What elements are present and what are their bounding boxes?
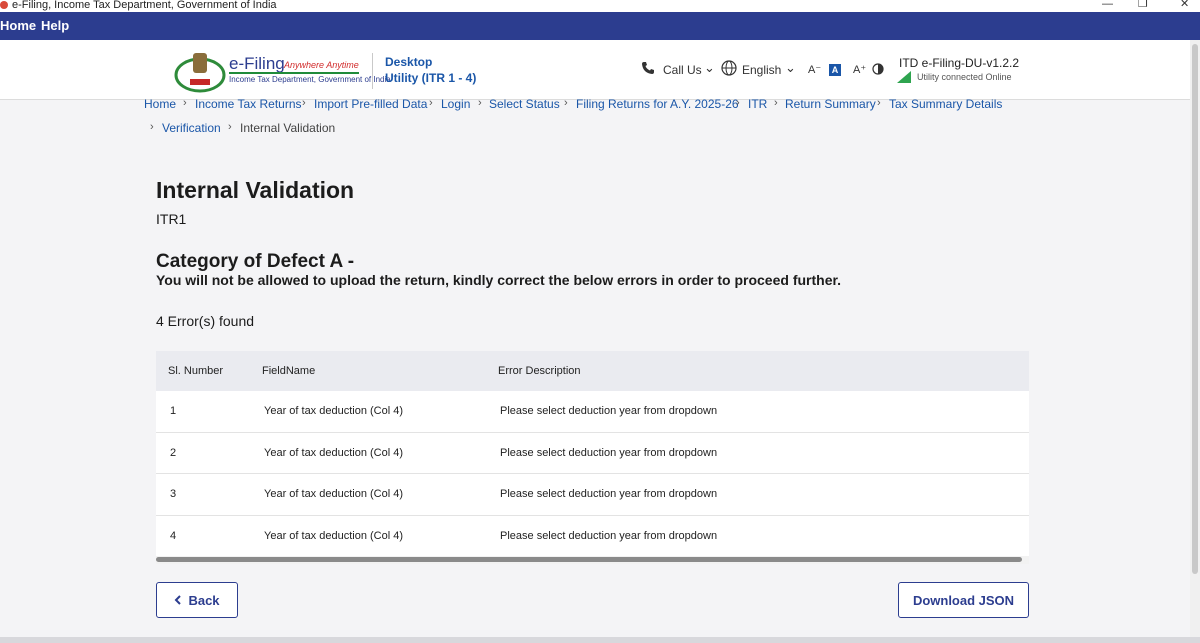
language-select[interactable]: English: [742, 63, 781, 77]
chevron-right-icon: ›: [150, 121, 154, 133]
page-title: Internal Validation: [156, 177, 355, 203]
breadcrumb-home[interactable]: Home: [144, 97, 176, 111]
signal-icon: [897, 71, 911, 83]
row-fieldname: Year of tax deduction (Col 4): [264, 446, 404, 459]
connection-status: Utility connected Online: [917, 72, 1012, 82]
breadcrumb-verification[interactable]: Verification: [162, 121, 221, 135]
chevron-right-icon: ›: [774, 97, 778, 109]
breadcrumb-filing-returns[interactable]: Filing Returns for A.Y. 2025-26: [576, 97, 739, 111]
call-us-menu[interactable]: Call Us: [663, 63, 702, 77]
chevron-down-icon[interactable]: ⌄: [704, 60, 715, 76]
emblem-icon: [174, 53, 226, 93]
header-error-description: Error Description: [498, 365, 581, 377]
breadcrumb-income-tax-returns[interactable]: Income Tax Returns: [195, 97, 302, 111]
breadcrumb-import-prefilled[interactable]: Import Pre-filled Data: [314, 97, 427, 111]
chevron-right-icon: ›: [736, 97, 740, 109]
window-titlebar: e-Filing, Income Tax Department, Governm…: [0, 0, 1200, 12]
breadcrumb-return-summary[interactable]: Return Summary: [785, 97, 876, 111]
breadcrumb-itr[interactable]: ITR: [748, 97, 767, 111]
version-label: ITD e-Filing-DU-v1.2.2: [899, 56, 1020, 70]
chevron-right-icon: ›: [877, 97, 881, 109]
row-number: 4: [170, 529, 177, 542]
chevron-right-icon: ›: [228, 121, 232, 133]
scrollbar-thumb[interactable]: [1192, 44, 1198, 574]
row-error-description: Please select deduction year from dropdo…: [500, 446, 718, 459]
breadcrumb-current: Internal Validation: [240, 121, 336, 135]
row-number: 1: [170, 405, 177, 418]
utility-name: Desktop Utility (ITR 1 - 4): [385, 54, 476, 86]
chevron-down-icon[interactable]: ⌄: [785, 60, 796, 76]
download-json-button[interactable]: Download JSON: [898, 582, 1029, 618]
header-fieldname: FieldName: [262, 365, 316, 377]
app-icon: [0, 1, 8, 9]
window-title: e-Filing, Income Tax Department, Governm…: [12, 0, 277, 11]
utility-line2: Utility (ITR 1 - 4): [385, 71, 477, 85]
chevron-left-icon: [175, 595, 182, 605]
row-fieldname: Year of tax deduction (Col 4): [264, 488, 404, 501]
globe-icon: [721, 60, 737, 79]
defect-category-title: Category of Defect A -: [156, 251, 355, 272]
back-label: Back: [188, 592, 220, 608]
itr-type: ITR1: [156, 211, 187, 227]
table-horizontal-scrollbar[interactable]: [156, 556, 1029, 564]
table-header: Sl. Number FieldName Error Description: [156, 351, 1029, 391]
error-table: Sl. Number FieldName Error Description 1…: [156, 351, 1029, 557]
chevron-right-icon: ›: [429, 97, 433, 109]
font-increase-button[interactable]: A⁺: [853, 63, 866, 76]
row-fieldname: Year of tax deduction (Col 4): [264, 529, 404, 542]
top-navbar: Home Help: [0, 12, 1200, 40]
chevron-right-icon: ›: [302, 97, 306, 109]
restore-icon[interactable]: ❐: [1138, 0, 1148, 10]
table-row: 3 Year of tax deduction (Col 4) Please s…: [156, 474, 1029, 516]
font-decrease-button[interactable]: A⁻: [808, 63, 821, 76]
phone-icon: [641, 61, 655, 78]
row-error-description: Please select deduction year from dropdo…: [500, 488, 718, 501]
breadcrumb-tax-summary[interactable]: Tax Summary Details: [889, 97, 1002, 111]
utility-line1: Desktop: [385, 55, 433, 69]
row-error-description: Please select deduction year from dropdo…: [500, 529, 718, 542]
table-row: 4 Year of tax deduction (Col 4) Please s…: [156, 515, 1029, 557]
defect-category-description: You will not be allowed to upload the re…: [156, 272, 842, 288]
row-number: 3: [170, 488, 177, 501]
vertical-scrollbar[interactable]: [1190, 40, 1200, 643]
row-error-description: Please select deduction year from dropdo…: [500, 405, 718, 418]
breadcrumb-login[interactable]: Login: [441, 97, 470, 111]
chevron-right-icon: ›: [183, 97, 187, 109]
table-row: 2 Year of tax deduction (Col 4) Please s…: [156, 432, 1029, 474]
logo-tagline: Anywhere Anytime: [284, 60, 359, 70]
minimize-icon[interactable]: —: [1102, 0, 1113, 10]
header-sl-number: Sl. Number: [168, 365, 224, 377]
close-icon[interactable]: ✕: [1180, 0, 1189, 10]
chevron-right-icon: ›: [478, 97, 482, 109]
scrollbar-thumb[interactable]: [156, 557, 1022, 562]
back-button[interactable]: Back: [156, 582, 238, 618]
download-label: Download JSON: [912, 592, 1015, 608]
row-fieldname: Year of tax deduction (Col 4): [264, 405, 404, 418]
table-row: 1 Year of tax deduction (Col 4) Please s…: [156, 391, 1029, 433]
logo-text: e-Filing: [229, 54, 285, 73]
error-count: 4 Error(s) found: [156, 313, 255, 329]
logo-underline: [229, 72, 359, 74]
site-header: e-Filing Anywhere Anytime Income Tax Dep…: [0, 40, 1190, 100]
font-normal-button[interactable]: A: [829, 64, 841, 76]
nav-help[interactable]: Help: [41, 18, 69, 33]
chevron-right-icon: ›: [564, 97, 568, 109]
breadcrumb-select-status[interactable]: Select Status: [489, 97, 560, 111]
header-divider: [372, 53, 373, 89]
nav-home[interactable]: Home: [0, 18, 36, 33]
taskbar: [0, 637, 1200, 643]
logo-subtitle: Income Tax Department, Government of Ind…: [229, 75, 391, 84]
contrast-icon[interactable]: [872, 63, 884, 78]
row-number: 2: [170, 446, 177, 459]
